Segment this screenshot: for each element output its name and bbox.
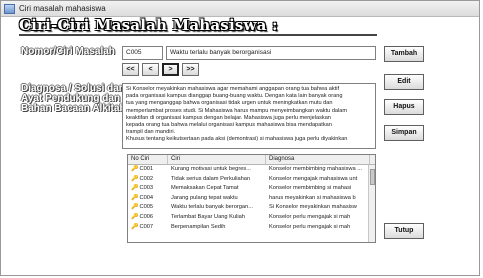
hapus-button[interactable]: Hapus [384,99,424,115]
key-icon: 🔑 [131,194,139,201]
header-no-ciri[interactable]: No Ciri [128,155,168,164]
ciri-table[interactable]: No Ciri Ciri Diagnosa 🔑C001 Kurang motiv… [127,154,376,243]
first-record-button[interactable]: << [122,63,139,76]
cell-ciri: Waktu terlalu banyak berorgan... [171,204,253,211]
tambah-button[interactable]: Tambah [384,46,424,62]
cell-no: 🔑C002 [128,175,168,185]
header-diagnosa[interactable]: Diagnosa [266,155,370,164]
tutup-button[interactable]: Tutup [384,223,424,239]
cell-ciri: Kurang motivasi untuk begres... [171,166,251,172]
cell-no: 🔑C003 [128,184,168,194]
key-icon: 🔑 [131,223,139,230]
table-row[interactable]: 🔑C004 Jarang pulang tepat waktu harus me… [128,194,375,204]
table-row[interactable]: 🔑C002 Tidak serius dalam Perkuliahan Kon… [128,175,375,185]
page-heading: Ciri-Ciri Masalah Mahasiswa : [19,16,278,34]
next-record-button[interactable]: > [162,63,179,76]
cell-ciri: Jarang pulang tepat waktu [171,194,238,201]
edit-button[interactable]: Edit [384,74,424,90]
scrollbar-thumb[interactable] [370,169,375,185]
memo-line: Si Konselor meyakinkan mahasiswa agar me… [126,86,339,92]
cell-diagnosa: Si Konselor meyakinkan mahasisw [269,204,357,211]
table-row[interactable]: 🔑C005 Waktu terlalu banyak berorgan... S… [128,203,375,213]
cell-ciri: Memaksakan Cepat Tamat [171,185,239,192]
table-row[interactable]: 🔑C006 Terlambat Bayar Uang Kuliah Konsel… [128,213,375,223]
memo-line: Khusus tentang keikutsertaan pada aksi (… [126,136,348,143]
header-ciri[interactable]: Ciri [168,155,266,164]
diagnosa-label: Diagnosa / Solusi dan Ayat Pendukung dan… [21,84,131,114]
memo-line: tua yang menganggap bahwa organisasi tid… [126,100,333,107]
last-record-button[interactable]: >> [182,63,199,76]
cell-ciri: Terlambat Bayar Uang Kuliah [171,213,245,220]
memo-line: memperlambat proses studi. Si Mahasiswa … [126,107,348,114]
cell-diagnosa: Konselor perlu mengajak si mah [269,213,351,220]
key-icon: 🔑 [131,185,139,192]
cell-diagnosa: Konselor membimbing si mahasi [269,185,352,192]
cell-ciri: Berpenampilan Sedih [171,223,226,230]
cell-diagnosa: Konselor mengajak mahasiswa unt [269,175,358,182]
window-title: Ciri masalah mahasiswa [19,4,106,13]
simpan-button[interactable]: Simpan [384,125,424,141]
table-row[interactable]: 🔑C003 Memaksakan Cepat Tamat Konselor me… [128,184,375,194]
nomor-label: Nomor/Ciri Masalah [21,46,115,57]
table-row[interactable]: 🔑C001 Kurang motivasi untuk begres... Ko… [128,165,375,175]
app-icon [4,3,15,14]
cell-no: 🔑C004 [128,194,168,204]
cell-no: 🔑C005 [128,203,168,213]
memo-line: kepada orang tua bahwa melalui organisas… [126,122,332,129]
memo-line: keaktifan di organisasi kampus dengan be… [126,114,331,121]
title-bar: Ciri masalah mahasiswa [1,1,479,17]
cell-diagnosa: Konselor perlu mengajak si mah [269,223,351,230]
table-row[interactable]: 🔑C007 Berpenampilan Sedih Konselor perlu… [128,223,375,233]
table-scrollbar[interactable] [368,165,375,242]
key-icon: 🔑 [131,166,139,172]
diagnosa-memo[interactable]: Si Konselor meyakinkan mahasiswa agar me… [122,83,376,149]
app-window: Ciri masalah mahasiswa Ciri-Ciri Masalah… [0,0,480,276]
table-header: No Ciri Ciri Diagnosa [128,155,375,165]
code-field[interactable]: C005 [122,46,163,60]
key-icon: 🔑 [131,213,139,220]
cell-diagnosa: Konselor membimbing mahasiswa ... [269,166,362,172]
cell-no: 🔑C006 [128,213,168,223]
prev-record-button[interactable]: < [142,63,159,76]
cell-ciri: Tidak serius dalam Perkuliahan [171,175,251,182]
key-icon: 🔑 [131,175,139,182]
cell-no: 🔑C001 [128,165,168,175]
heading-underline [19,34,377,36]
key-icon: 🔑 [131,204,139,211]
cell-no: 🔑C007 [128,223,168,233]
title-field[interactable]: Waktu terlalu banyak berorganisasi [166,46,376,60]
memo-line: trampil dan mandiri. [126,129,176,136]
cell-diagnosa: harus meyakinkan si mahasiswa b [269,194,356,201]
diagnosa-label-line-3: Bahan Bacaan Alkitab [21,103,126,114]
memo-line: pada organisasi kampus dianggap buang-bu… [126,93,343,100]
